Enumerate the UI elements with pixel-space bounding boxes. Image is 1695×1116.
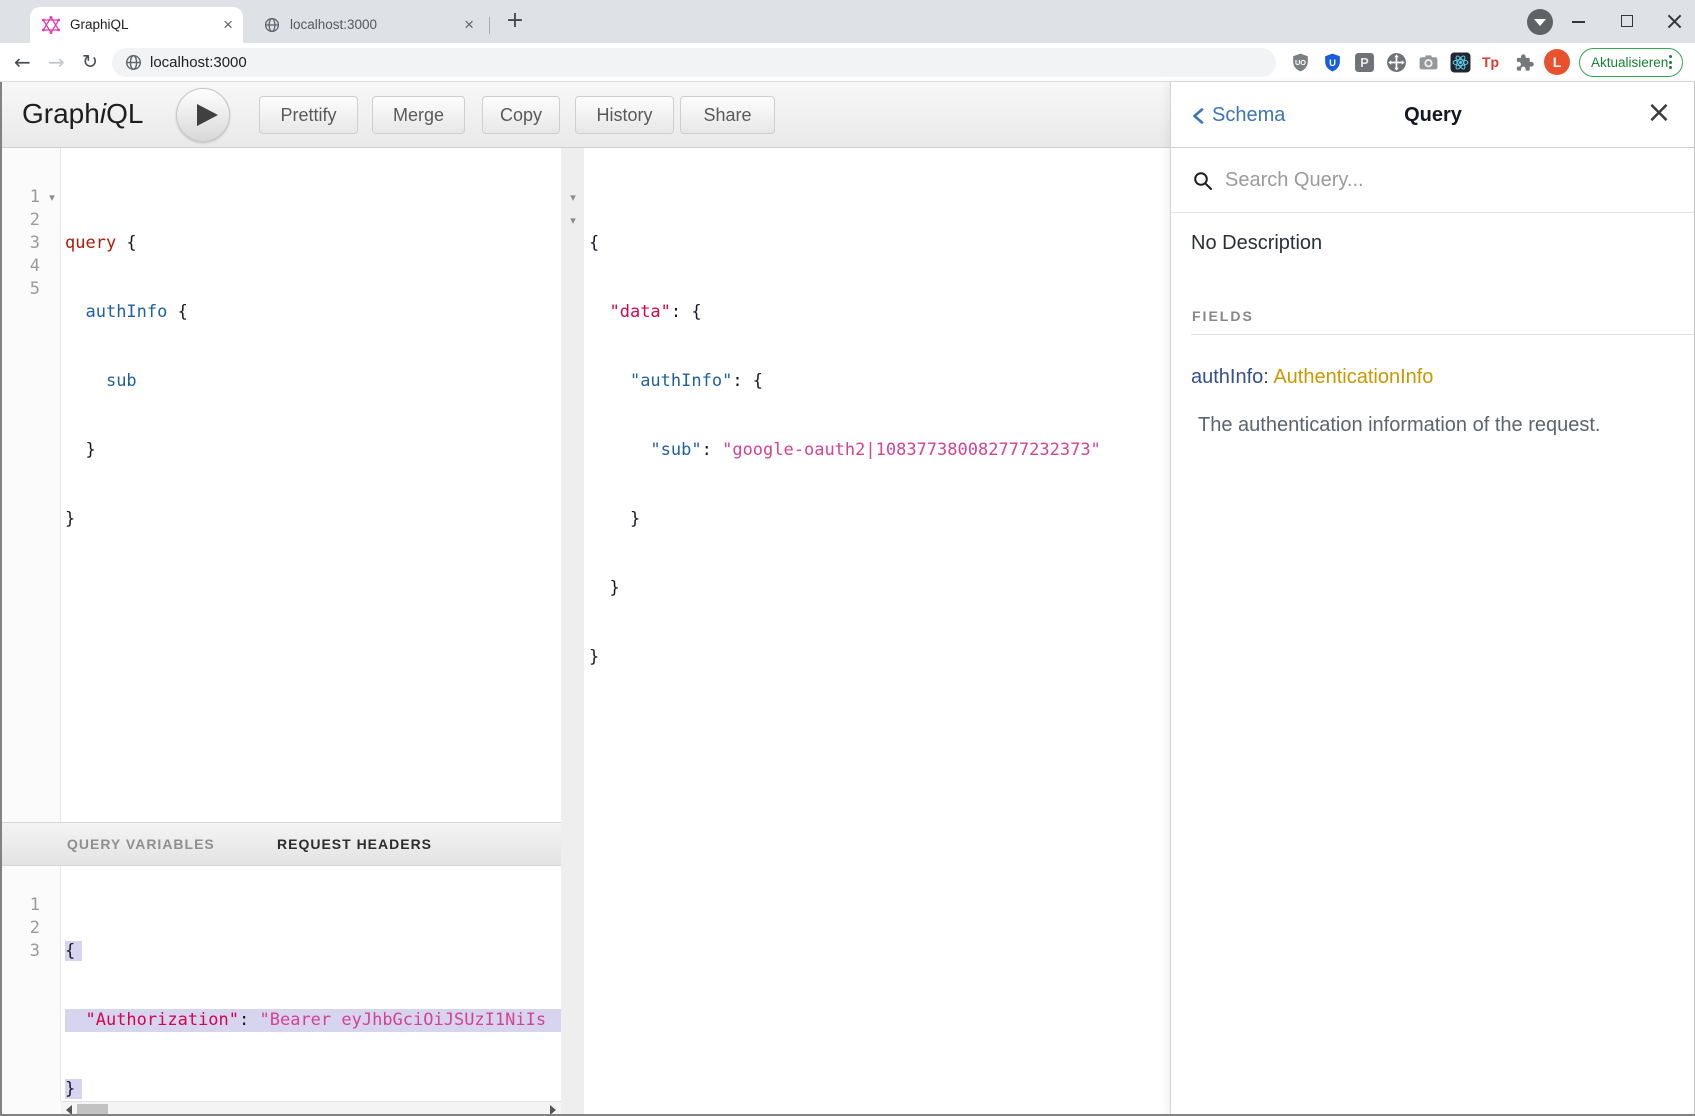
doc-explorer-header: Schema Query ×: [1171, 82, 1695, 148]
tab-localhost[interactable]: localhost:3000 ×: [252, 7, 484, 43]
fold-arrow-icon[interactable]: ▾: [565, 209, 581, 232]
reload-button[interactable]: ↻: [82, 43, 98, 81]
query-editor-gutter: 1 2 3 4 5 ▾: [0, 148, 61, 822]
graphql-logo-icon: [42, 16, 60, 34]
doc-search-input[interactable]: [1223, 162, 1643, 198]
doc-search-bar: [1171, 148, 1695, 213]
request-headers-editor[interactable]: 1 2 3 { "Authorization": "Bearer eyJhbGc…: [0, 866, 561, 1101]
address-bar: ← → ↻ localhost:3000 UO U: [0, 43, 1695, 82]
forward-button[interactable]: →: [48, 43, 65, 81]
merge-button[interactable]: Merge: [372, 96, 465, 134]
site-info-globe-icon[interactable]: [125, 54, 142, 76]
play-icon: [197, 104, 218, 126]
tab-title: GraphiQL: [70, 7, 129, 43]
tab-graphiql[interactable]: GraphiQL ×: [30, 7, 243, 43]
execute-query-button[interactable]: [176, 88, 230, 142]
p-extension-icon[interactable]: P: [1354, 52, 1375, 73]
fold-arrow-icon[interactable]: ▾: [44, 186, 60, 209]
doc-fields-heading: FIELDS: [1192, 308, 1254, 324]
svg-text:UO: UO: [1295, 58, 1306, 67]
svg-text:P: P: [1360, 56, 1368, 70]
divider: [1191, 334, 1695, 335]
tab-query-variables[interactable]: QUERY VARIABLES: [67, 823, 215, 865]
result-fold-gutter: ▾ ▾: [561, 148, 584, 1116]
ublock-extension-icon[interactable]: UO: [1290, 52, 1311, 73]
field-description: The authentication information of the re…: [1198, 414, 1600, 437]
refresh-extension-button[interactable]: Aktualisieren: [1579, 48, 1683, 77]
extensions-puzzle-icon[interactable]: [1514, 52, 1535, 73]
maximize-icon: [1621, 15, 1633, 27]
graphiql-logo: GraphiQL: [22, 82, 143, 146]
kebab-menu-icon[interactable]: [1669, 55, 1673, 72]
copy-button[interactable]: Copy: [482, 96, 560, 134]
window-maximize-button[interactable]: [1604, 0, 1649, 43]
tab-request-headers[interactable]: REQUEST HEADERS: [277, 823, 432, 865]
query-editor-code[interactable]: query { authInfo { sub } }: [65, 186, 188, 577]
tab-close-icon[interactable]: ×: [464, 7, 474, 43]
window-close-button[interactable]: ×: [1652, 0, 1695, 43]
variables-panel: QUERY VARIABLES REQUEST HEADERS 1 2 3 { …: [0, 822, 561, 1116]
window-minimize-button[interactable]: [1556, 0, 1601, 43]
svg-text:U: U: [1329, 58, 1336, 69]
history-button[interactable]: History: [575, 96, 674, 134]
globe-icon: [264, 17, 282, 35]
doc-no-description: No Description: [1191, 232, 1322, 255]
line-numbers: 1 2 3: [0, 894, 40, 963]
react-devtools-extension-icon[interactable]: [1450, 52, 1471, 73]
minimize-icon: [1572, 21, 1585, 23]
doc-close-button[interactable]: ×: [1639, 82, 1679, 144]
camera-extension-icon[interactable]: [1418, 52, 1439, 73]
result-json: { "data": { "authInfo": { "sub": "google…: [589, 186, 1101, 715]
move-tool-extension-icon[interactable]: [1386, 52, 1407, 73]
tab-separator: [489, 17, 490, 34]
tab-close-icon[interactable]: ×: [223, 7, 233, 43]
field-type-link[interactable]: AuthenticationInfo: [1273, 366, 1433, 388]
graphiql-toolbar: GraphiQL Prettify Merge Copy History Sha…: [0, 82, 1171, 148]
tab-title: localhost:3000: [290, 7, 377, 43]
media-controls-button[interactable]: [1527, 9, 1553, 35]
profile-avatar[interactable]: L: [1544, 49, 1570, 75]
fold-arrow-icon[interactable]: ▾: [565, 186, 581, 209]
url-text: localhost:3000: [150, 48, 247, 77]
line-numbers: 1 2 3 4 5: [0, 186, 40, 301]
bitwarden-extension-icon[interactable]: U: [1322, 52, 1343, 73]
doc-panel-title: Query: [1171, 82, 1695, 148]
tampermonkey-tp-extension-icon[interactable]: Tp: [1482, 52, 1503, 73]
prettify-button[interactable]: Prettify: [259, 96, 358, 134]
share-button[interactable]: Share: [680, 96, 775, 134]
url-omnibox[interactable]: localhost:3000: [112, 48, 1276, 77]
close-icon: ×: [1652, 0, 1695, 43]
new-tab-button[interactable]: +: [500, 0, 530, 43]
doc-field-item: authInfo: AuthenticationInfo: [1191, 366, 1433, 389]
chevron-down-icon: [1534, 19, 1546, 26]
search-icon: [1193, 171, 1213, 191]
field-name-link[interactable]: authInfo: [1191, 366, 1263, 388]
doc-explorer-panel: Schema Query × No Description FIELDS aut…: [1170, 82, 1695, 1116]
result-viewer-pane: { "data": { "authInfo": { "sub": "google…: [584, 148, 1171, 1116]
headers-editor-gutter: 1 2 3: [0, 866, 61, 1101]
query-editor-pane[interactable]: 1 2 3 4 5 ▾ query { authInfo { sub } }: [0, 148, 561, 822]
headers-editor-code[interactable]: { "Authorization": "Bearer eyJhbGciOiJSU…: [65, 894, 561, 1101]
back-button[interactable]: ←: [14, 43, 31, 81]
tab-strip: GraphiQL × localhost:3000 × + ×: [0, 0, 1695, 43]
variables-title-bar: QUERY VARIABLES REQUEST HEADERS: [0, 822, 561, 866]
browser-window: GraphiQL × localhost:3000 × + × ← → ↻: [0, 0, 1695, 1116]
selected-text: "Authorization": "Bearer eyJhbGciOiJSUzI…: [65, 1009, 561, 1032]
window-left-border: [0, 82, 2, 1116]
scrollbar-thumb[interactable]: [77, 1104, 108, 1114]
